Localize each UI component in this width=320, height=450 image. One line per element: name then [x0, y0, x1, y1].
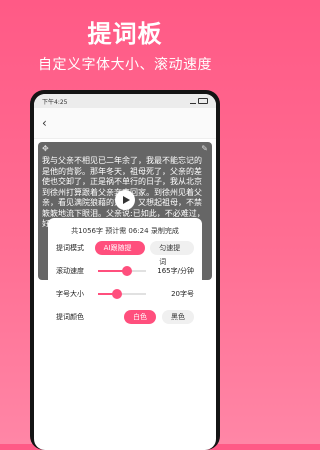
- mode-label: 提词模式: [56, 243, 84, 252]
- mode-ai-button[interactable]: AI跟随提词: [94, 240, 145, 266]
- status-icons: [190, 98, 208, 104]
- teleprompter-toolbar: ✥ ✎: [38, 142, 212, 154]
- color-black-button[interactable]: 黑色: [162, 309, 194, 324]
- color-white-button[interactable]: 白色: [124, 309, 156, 324]
- size-row: 字号大小 20字号: [48, 282, 202, 305]
- phone-screen: 下午4:25 ‹ ✥ ✎ 我与父亲不相见已二年余了，我最不能忘记的是他的背影。那…: [34, 94, 216, 450]
- mode-uniform-button[interactable]: 匀速提词: [150, 240, 194, 266]
- size-slider-knob[interactable]: [112, 288, 123, 299]
- size-slider[interactable]: [98, 288, 146, 299]
- back-arrow-icon[interactable]: ‹: [42, 116, 47, 130]
- phone-mockup: 下午4:25 ‹ ✥ ✎ 我与父亲不相见已二年余了，我最不能忘记的是他的背影。那…: [30, 90, 220, 450]
- move-icon[interactable]: ✥: [42, 144, 49, 153]
- word-count-summary: 共1056字 预计需 06:24 录制完成: [71, 227, 179, 235]
- mode-row: 提词模式 AI跟随提词 匀速提词: [48, 236, 202, 266]
- promo-title: 提词板: [87, 20, 163, 48]
- color-label: 提词颜色: [56, 312, 84, 321]
- status-time: 下午4:25: [42, 98, 68, 106]
- edit-icon[interactable]: ✎: [201, 144, 208, 153]
- speed-label: 滚动速度: [56, 266, 84, 275]
- size-value: 20字号: [171, 289, 194, 298]
- battery-icon: [198, 98, 208, 104]
- status-bar: 下午4:25: [34, 94, 216, 108]
- app-header: ‹: [34, 108, 216, 139]
- speed-slider-knob[interactable]: [121, 265, 132, 276]
- size-label: 字号大小: [56, 289, 84, 298]
- play-icon[interactable]: [115, 190, 135, 210]
- speed-value: 165字/分钟: [157, 266, 194, 275]
- settings-panel: 共1056字 预计需 06:24 录制完成 提词模式 AI跟随提词 匀速提词 滚…: [48, 218, 202, 450]
- signal-icon: [190, 98, 196, 104]
- speed-row: 滚动速度 165字/分钟: [48, 259, 202, 282]
- speed-slider[interactable]: [98, 265, 146, 276]
- promo-subtitle: 自定义字体大小、滚动速度: [38, 57, 212, 73]
- color-row: 提词颜色 白色 黑色: [48, 305, 202, 328]
